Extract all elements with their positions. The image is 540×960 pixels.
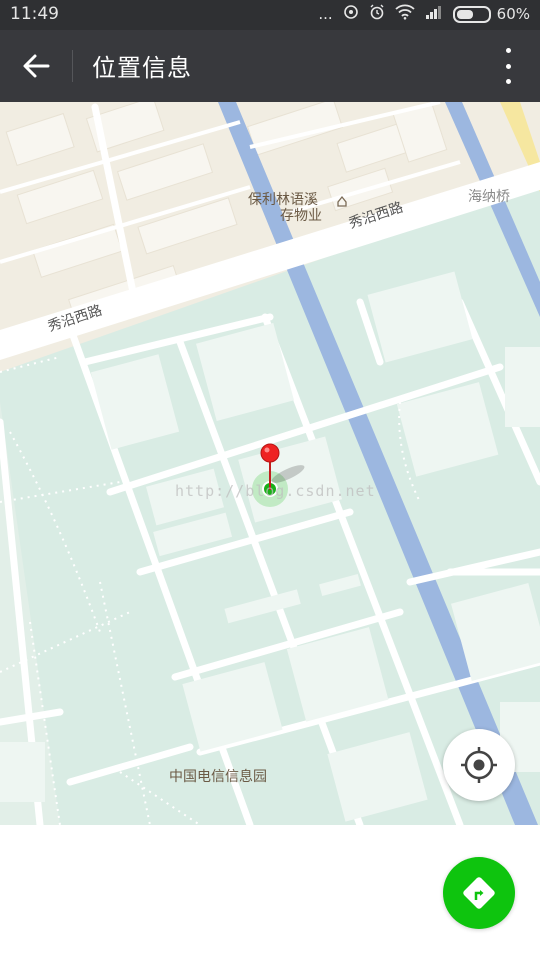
more-dots-icon: ... bbox=[318, 5, 333, 23]
status-icons: ... 60% bbox=[318, 4, 530, 24]
more-vertical-icon bbox=[505, 48, 511, 53]
arrow-left-icon bbox=[23, 54, 50, 78]
battery-percent: 60% bbox=[496, 5, 530, 23]
back-button[interactable] bbox=[18, 48, 54, 84]
signal-icon bbox=[425, 5, 443, 23]
route-turn-icon bbox=[463, 877, 495, 909]
map-canvas bbox=[0, 102, 540, 825]
battery-fill bbox=[456, 9, 473, 19]
status-time: 11:49 bbox=[10, 4, 59, 24]
map-view[interactable]: 保利林语溪 存物业 秀沿西路 秀沿西路 海纳桥 中国电信信息园 bbox=[0, 102, 540, 825]
page-title: 位置信息 bbox=[92, 54, 192, 82]
navigate-button[interactable] bbox=[443, 857, 515, 929]
watermark: http://blog.csdn.net bbox=[175, 482, 376, 500]
battery-icon bbox=[452, 5, 491, 23]
crosshair-icon bbox=[461, 747, 497, 783]
map-label-property-line2: 存物业 bbox=[280, 208, 322, 224]
battery-indicator: 60% bbox=[452, 5, 530, 23]
alarm-icon bbox=[369, 4, 385, 24]
wifi-icon bbox=[395, 4, 415, 24]
app-bar: 位置信息 bbox=[0, 30, 540, 102]
map-label-telecom-park: 中国电信信息园 bbox=[169, 769, 267, 785]
status-bar: 11:49 ... 60% bbox=[0, 0, 540, 30]
hotspot-icon bbox=[343, 4, 359, 24]
locate-button[interactable] bbox=[443, 729, 515, 801]
map-label-bridge: 海纳桥 bbox=[468, 189, 510, 205]
more-menu-button[interactable] bbox=[496, 48, 520, 84]
app-bar-divider bbox=[72, 50, 73, 82]
